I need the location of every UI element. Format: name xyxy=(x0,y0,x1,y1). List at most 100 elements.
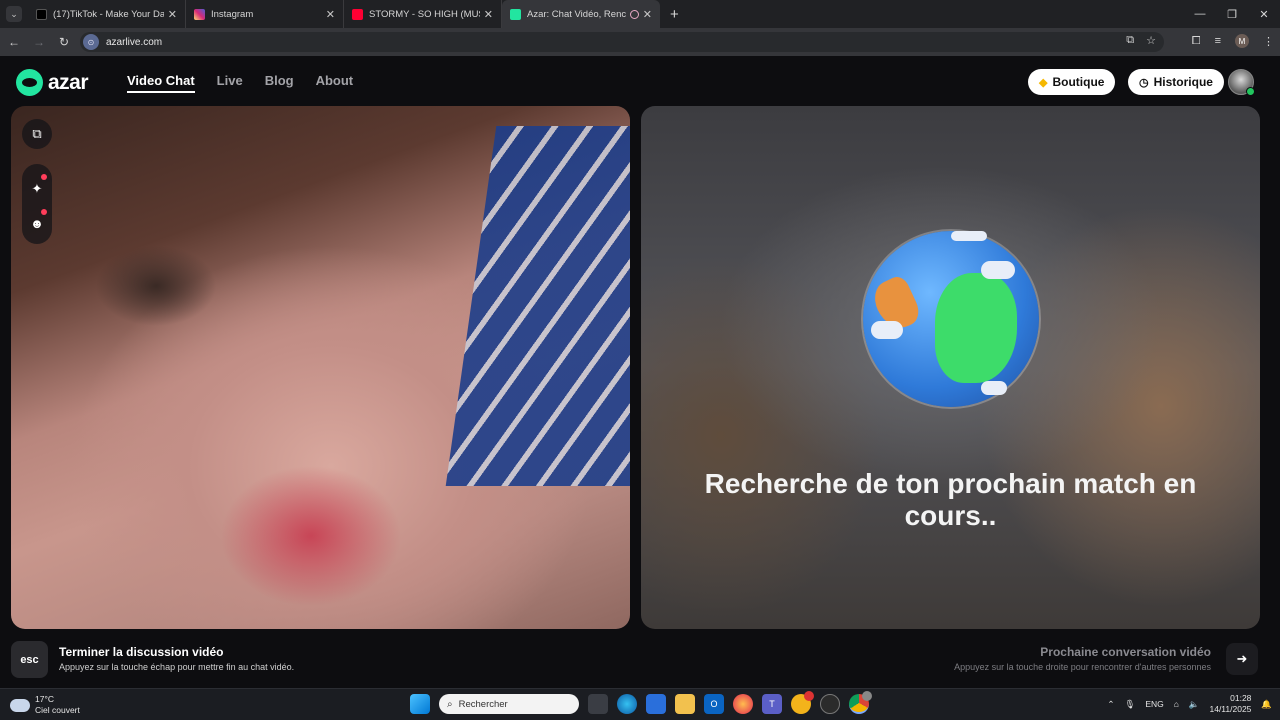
main-nav: Video Chat Live Blog About xyxy=(127,73,353,93)
nav-live[interactable]: Live xyxy=(217,73,243,93)
chrome-icon[interactable] xyxy=(849,691,872,714)
microphone-icon[interactable]: 🎙 xyxy=(1125,699,1136,710)
esc-key-button[interactable]: esc xyxy=(11,641,48,678)
boutique-button[interactable]: ◆ Boutique xyxy=(1028,69,1116,95)
teams-icon[interactable]: T xyxy=(762,694,782,714)
media-controls-icon[interactable]: ≡ xyxy=(1215,35,1221,47)
tab-search-button[interactable]: ⌄ xyxy=(6,6,22,22)
new-tab-button[interactable]: + xyxy=(670,6,679,23)
edge-icon[interactable] xyxy=(617,694,637,714)
notification-badge xyxy=(804,691,814,701)
maximize-button[interactable]: ❐ xyxy=(1216,0,1248,28)
weather-desc: Ciel couvert xyxy=(35,705,80,715)
boutique-label: Boutique xyxy=(1052,75,1105,89)
search-status-text: Recherche de ton prochain match en cours… xyxy=(704,468,1197,531)
network-icon[interactable]: ⌂ xyxy=(1174,699,1179,709)
volume-icon[interactable]: 🔈 xyxy=(1189,699,1200,710)
forward-button[interactable]: → xyxy=(28,35,50,49)
install-app-icon[interactable]: ⧉ xyxy=(1126,34,1134,47)
search-icon: ⌕ xyxy=(447,698,453,710)
gem-icon: ◆ xyxy=(1039,76,1048,89)
language-indicator[interactable]: ENG xyxy=(1145,699,1163,709)
nav-about[interactable]: About xyxy=(316,73,354,93)
mask-button[interactable]: ☻ xyxy=(22,208,52,238)
close-window-button[interactable]: ✕ xyxy=(1248,0,1280,28)
tab-title: Azar: Chat Vidéo, Rencontres xyxy=(527,8,626,20)
tab-azar[interactable]: Azar: Chat Vidéo, Rencontres ✕ xyxy=(502,0,660,28)
bottom-controls: esc Terminer la discussion vidéo Appuyez… xyxy=(0,637,1280,688)
site-info-icon[interactable]: ⊙ xyxy=(83,34,99,50)
address-bar[interactable]: ⊙ azarlive.com ⧉ ☆ xyxy=(80,32,1164,52)
arrow-right-icon: ➜ xyxy=(1236,651,1248,666)
face-icon: ☻ xyxy=(30,215,44,231)
peer-video-panel: Recherche de ton prochain match en cours… xyxy=(641,106,1260,629)
pip-toggle-button[interactable]: ⧉ xyxy=(22,119,52,149)
back-button[interactable]: ← xyxy=(3,35,25,49)
sparkle-icon: ✦ xyxy=(31,181,43,196)
user-avatar[interactable] xyxy=(1228,69,1255,96)
historique-button[interactable]: ◷ Historique xyxy=(1128,69,1224,95)
menu-kebab-icon[interactable]: ⋮ xyxy=(1263,35,1274,48)
instagram-icon xyxy=(194,8,205,20)
github-icon[interactable] xyxy=(820,694,840,714)
outlook-icon[interactable]: O xyxy=(704,694,724,714)
end-chat-hint: Appuyez sur la touche échap pour mettre … xyxy=(59,662,295,672)
minimize-button[interactable]: — xyxy=(1184,0,1216,28)
time: 01:28 xyxy=(1230,693,1252,703)
next-chat-button[interactable]: ➜ xyxy=(1226,643,1258,675)
tab-title: Instagram xyxy=(211,8,254,20)
online-status-dot xyxy=(1246,87,1255,96)
tab-strip: ⌄ (17)TikTok - Make Your Day ✕ Instagram… xyxy=(0,0,1280,28)
globe-icon xyxy=(863,231,1039,407)
next-chat-hint: Appuyez sur la touche droite pour rencon… xyxy=(954,662,1211,672)
recording-icon xyxy=(629,9,639,19)
globe-illustration xyxy=(863,231,1039,407)
end-chat-title: Terminer la discussion vidéo xyxy=(59,645,224,659)
notification-bell-icon[interactable]: 🔔 xyxy=(1261,699,1272,710)
notification-dot xyxy=(41,209,47,215)
chat-app-icon[interactable] xyxy=(791,691,814,714)
clock[interactable]: 01:28 14/11/2025 xyxy=(1209,693,1251,715)
azar-logo-icon xyxy=(16,69,43,96)
bookmark-star-icon[interactable]: ☆ xyxy=(1146,34,1156,47)
tab-instagram[interactable]: Instagram ✕ xyxy=(186,0,344,28)
youtube-icon xyxy=(352,8,363,20)
pip-icon: ⧉ xyxy=(32,126,42,141)
task-view-icon[interactable] xyxy=(588,694,608,714)
top-nav: azar Video Chat Live Blog About ◆ Boutiq… xyxy=(0,56,1280,106)
tab-youtube[interactable]: STORMY - SO HIGH (MUSIC VIDEO) ✕ xyxy=(344,0,502,28)
chevron-up-icon[interactable]: ⌃ xyxy=(1107,699,1114,710)
weather-temp: 17°C xyxy=(35,694,54,704)
close-icon[interactable]: ✕ xyxy=(326,8,335,21)
taskbar-search[interactable]: ⌕ Rechercher xyxy=(439,694,579,714)
search-placeholder: Rechercher xyxy=(458,698,508,710)
weather-widget[interactable]: 17°C Ciel couvert xyxy=(10,694,80,716)
close-icon[interactable]: ✕ xyxy=(643,8,652,21)
browser-toolbar: ← → ↻ ⊙ azarlive.com ⧉ ☆ ⧠ ≡ M ⋮ xyxy=(0,28,1280,56)
tiktok-icon xyxy=(36,8,47,20)
effects-controls: ✦ ☻ xyxy=(22,164,52,244)
cloud-shape xyxy=(981,381,1007,395)
azar-app: azar Video Chat Live Blog About ◆ Boutiq… xyxy=(0,56,1280,688)
cloud-shape xyxy=(871,321,903,339)
close-icon[interactable]: ✕ xyxy=(484,8,493,21)
logo-text: azar xyxy=(48,70,89,94)
azar-icon xyxy=(510,8,521,20)
self-video-panel: ⧉ ✦ ☻ xyxy=(11,106,630,629)
extensions-icon[interactable]: ⧠ xyxy=(1192,35,1201,48)
nav-video-chat[interactable]: Video Chat xyxy=(127,73,195,93)
start-button[interactable] xyxy=(410,694,430,714)
nav-blog[interactable]: Blog xyxy=(265,73,294,93)
tab-tiktok[interactable]: (17)TikTok - Make Your Day ✕ xyxy=(28,0,186,28)
effects-button[interactable]: ✦ xyxy=(22,174,52,204)
profile-avatar[interactable]: M xyxy=(1235,34,1249,48)
firefox-icon[interactable] xyxy=(733,694,753,714)
file-explorer-icon[interactable] xyxy=(675,694,695,714)
clock-icon: ◷ xyxy=(1139,76,1149,89)
store-icon[interactable] xyxy=(646,694,666,714)
azar-logo[interactable]: azar xyxy=(16,69,89,96)
browser-window: ⌄ (17)TikTok - Make Your Day ✕ Instagram… xyxy=(0,0,1280,720)
close-icon[interactable]: ✕ xyxy=(168,8,177,21)
reload-button[interactable]: ↻ xyxy=(53,35,75,49)
notification-dot xyxy=(41,174,47,180)
